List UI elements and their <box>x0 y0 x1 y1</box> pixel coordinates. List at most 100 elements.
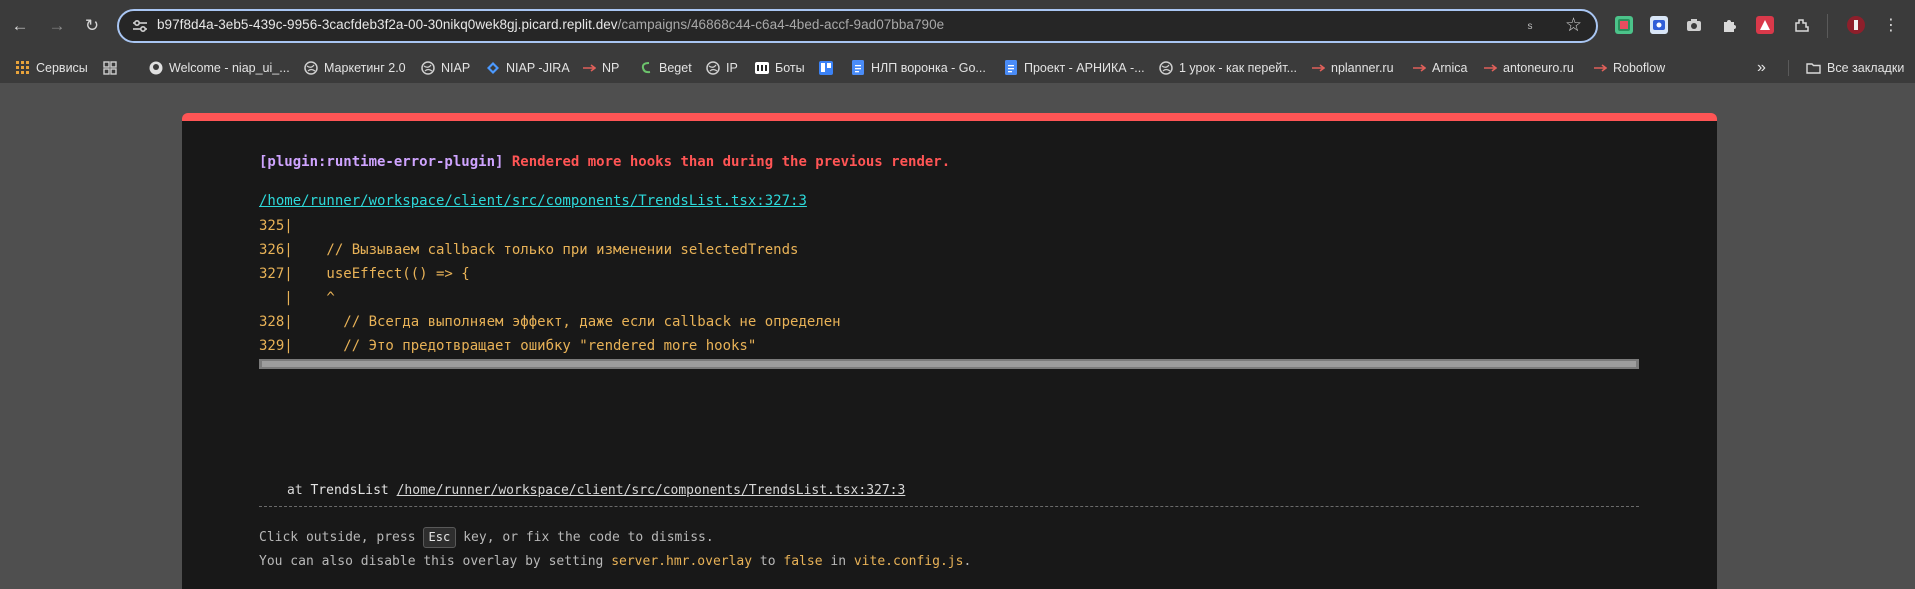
link-icon <box>1482 60 1497 75</box>
all-bookmarks-button[interactable]: Все закладки <box>1806 58 1904 77</box>
extension-camera-icon[interactable] <box>1685 16 1703 34</box>
github-icon <box>148 60 163 75</box>
bookmark-item[interactable]: Arnica <box>1411 58 1467 77</box>
forward-button[interactable]: → <box>43 12 71 40</box>
error-message: [plugin:runtime-error-plugin] Rendered m… <box>259 154 950 170</box>
bookmark-item[interactable]: nplanner.ru <box>1310 58 1394 77</box>
link-icon <box>1592 60 1607 75</box>
url-text[interactable]: b97f8d4a-3eb5-439c-9956-3cacfdeb3f2a-00-… <box>157 17 944 32</box>
bookmark-item[interactable]: 1 урок - как перейт... <box>1158 58 1297 77</box>
bookmark-item[interactable]: Боты <box>754 58 805 77</box>
tip-text: to <box>759 554 776 569</box>
scrollbar-thumb[interactable] <box>262 361 1636 367</box>
jira-icon <box>485 60 500 75</box>
bookmark-item[interactable]: Beget <box>638 58 692 77</box>
bookmark-item[interactable] <box>102 58 117 77</box>
grid-icon <box>102 60 117 75</box>
stack-trace: at TrendsList /home/runner/workspace/cli… <box>287 483 905 498</box>
link-icon <box>581 60 596 75</box>
bookmark-item[interactable]: Проект - АРНИКА -... <box>1003 58 1145 77</box>
extension-image-icon[interactable] <box>1615 16 1633 34</box>
bookmark-item[interactable]: antoneuro.ru <box>1482 58 1574 77</box>
stack-function: TrendsList <box>310 483 389 498</box>
folder-icon <box>1806 60 1821 75</box>
code-frame: 325| 326| // Вызываем callback только пр… <box>259 214 1639 358</box>
beget-icon <box>638 60 653 75</box>
code-line: | ^ <box>259 290 335 306</box>
bookmark-item[interactable]: Welcome - niap_ui_... <box>148 58 290 77</box>
code-line: 326| // Вызываем callback только при изм… <box>259 242 799 258</box>
extension-puzzle-icon[interactable] <box>1720 16 1738 34</box>
tip-divider <box>259 506 1639 507</box>
bookmark-item[interactable] <box>818 58 833 77</box>
bookmark-star-icon[interactable]: ☆ <box>1565 15 1582 37</box>
arrow-left-icon: ← <box>11 16 29 35</box>
plugin-label: [plugin:runtime-error-plugin] <box>259 154 504 170</box>
extensions-menu-icon[interactable] <box>1793 16 1811 34</box>
bookmarks-more-button[interactable]: » <box>1757 58 1766 77</box>
bookmark-label: Боты <box>775 60 805 75</box>
stack-location-link[interactable]: /home/runner/workspace/client/src/compon… <box>397 483 906 498</box>
dismiss-tip: Click outside, press Esc key, or fix the… <box>259 527 714 548</box>
code-frame-scrollbar[interactable] <box>259 359 1639 369</box>
site-settings-icon[interactable] <box>132 19 148 33</box>
tip-text: in <box>830 554 847 569</box>
browser-menu-icon[interactable]: ⋮ <box>1882 16 1900 34</box>
extension-screen-icon[interactable] <box>1650 16 1668 34</box>
reload-icon: ↻ <box>84 16 100 35</box>
tip-text: key, or fix the code to dismiss. <box>463 530 714 545</box>
bookmark-label: 1 урок - как перейт... <box>1179 60 1298 75</box>
reload-button[interactable]: ↻ <box>78 12 106 40</box>
tip-text: You can also disable this overlay by set… <box>259 554 604 569</box>
esc-key: Esc <box>422 527 457 548</box>
bookmark-item[interactable]: Сервисы <box>15 58 88 77</box>
bookmark-item[interactable]: IP <box>705 58 738 77</box>
bookmark-item[interactable]: NIAP -JIRA <box>485 58 570 77</box>
bookmark-label: Roboflow <box>1613 60 1666 75</box>
bookmark-label: Проект - АРНИКА -... <box>1024 60 1145 75</box>
arrow-right-icon: → <box>48 16 66 35</box>
bookmarks-bar: Сервисы Welcome - niap_ui_... Маркетинг … <box>0 52 1915 83</box>
bookmark-label: Маркетинг 2.0 <box>324 60 406 75</box>
address-bar[interactable]: b97f8d4a-3eb5-439c-9956-3cacfdeb3f2a-00-… <box>117 9 1598 43</box>
bots-icon <box>754 60 769 75</box>
error-overlay: [plugin:runtime-error-plugin] Rendered m… <box>182 113 1717 589</box>
toolbar-divider <box>1827 14 1828 38</box>
bookmark-item[interactable]: Маркетинг 2.0 <box>303 58 406 77</box>
bookmark-label: antoneuro.ru <box>1503 60 1574 75</box>
back-button[interactable]: ← <box>6 12 34 40</box>
url-path: /campaigns/46868c44-c6a4-4bed-accf-9ad07… <box>617 17 945 32</box>
url-host: b97f8d4a-3eb5-439c-9956-3cacfdeb3f2a-00-… <box>157 17 618 32</box>
bookmark-label: Сервисы <box>36 60 88 75</box>
globe-icon <box>705 60 720 75</box>
globe-icon <box>420 60 435 75</box>
bookmark-label: NIAP <box>441 60 471 75</box>
apps-grid-icon <box>15 60 30 75</box>
bookmark-label: nplanner.ru <box>1331 60 1394 75</box>
all-bookmarks-label: Все закладки <box>1827 60 1905 75</box>
browser-toolbar: ← → ↻ b97f8d4a-3eb5-439c-9956-3cacfdeb3f… <box>0 0 1915 52</box>
link-icon <box>1411 60 1426 75</box>
code-line: 325| <box>259 218 293 234</box>
bookmark-item[interactable]: НЛП воронка - Go... <box>850 58 986 77</box>
config-file: vite.config.js <box>853 554 964 569</box>
bookmark-item[interactable]: NIAP <box>420 58 470 77</box>
bookmark-item[interactable]: NP <box>581 58 619 77</box>
error-text: Rendered more hooks than during the prev… <box>511 154 951 170</box>
bookmark-label: Beget <box>659 60 692 75</box>
profile-avatar[interactable] <box>1847 16 1865 34</box>
link-icon <box>1310 60 1325 75</box>
error-file-link[interactable]: /home/runner/workspace/client/src/compon… <box>259 193 807 209</box>
bookmark-item[interactable]: Roboflow <box>1592 58 1665 77</box>
globe-icon <box>303 60 318 75</box>
bookmark-label: IP <box>726 60 738 75</box>
omnibox-badge[interactable]: s <box>1522 19 1538 35</box>
bookmark-label: Arnica <box>1432 60 1468 75</box>
code-line: 329| // Это предотвращает ошибку "render… <box>259 338 757 354</box>
trello-icon <box>818 60 833 75</box>
config-key: server.hmr.overlay <box>611 554 753 569</box>
extension-red-icon[interactable] <box>1756 16 1774 34</box>
docs-icon <box>1003 60 1018 75</box>
stack-prefix: at <box>287 483 303 498</box>
chevron-double-right-icon: » <box>1757 58 1766 76</box>
